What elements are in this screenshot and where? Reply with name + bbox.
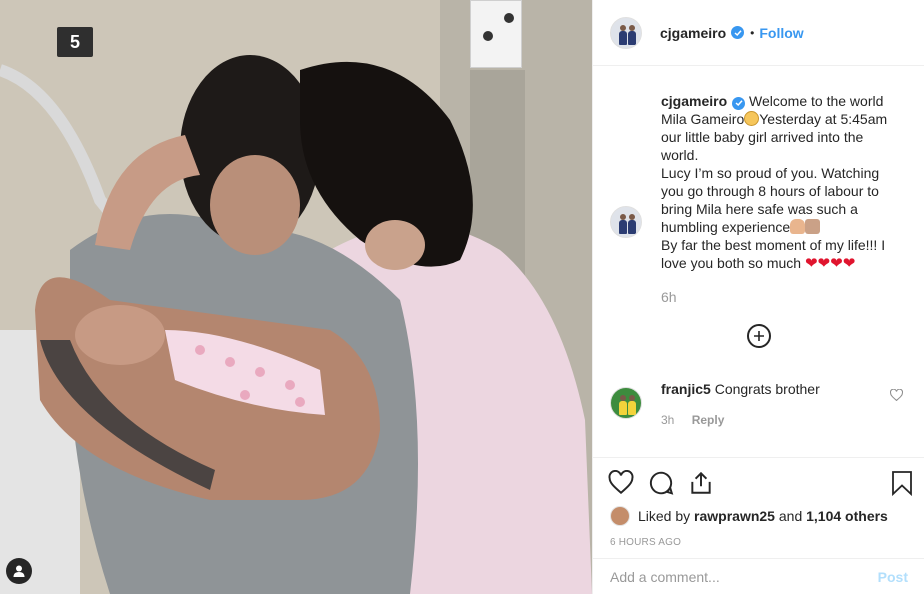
caption-username[interactable]: cjgameiro (661, 93, 727, 109)
hearts-emoji-icon: ❤❤❤❤ (804, 255, 856, 272)
user-tags-button[interactable] (6, 558, 32, 584)
post-timestamp[interactable]: 6 HOURS AGO (610, 537, 681, 548)
share-upload-icon[interactable] (688, 470, 714, 496)
wall-notice-sign (470, 0, 522, 68)
comment-item: franjic5 Congrats brother 3h Reply (610, 380, 910, 427)
comments-section[interactable]: cjgameiro Welcome to the world Mila Game… (593, 67, 924, 457)
comment-text: Congrats brother (714, 381, 820, 397)
post-actions: Liked by rawprawn25 and 1,104 others 6 H… (593, 457, 924, 594)
add-comment-input[interactable] (610, 569, 878, 585)
caption-text: cjgameiro Welcome to the world Mila Game… (661, 92, 896, 273)
caption-time[interactable]: 6h (661, 289, 910, 305)
post-comment-button[interactable]: Post (878, 569, 908, 585)
post-panel: cjgameiro • Follow cjgameiro Welcome to … (592, 0, 924, 594)
commenter-username[interactable]: franjic5 (661, 381, 711, 397)
instagram-post: 5 cjgameiro • Follow cjgameiro Welcome t… (0, 0, 924, 594)
comment-bubble-icon[interactable] (648, 470, 674, 496)
likes-and: and (778, 508, 803, 524)
praying-hands-emoji-icon (790, 219, 806, 234)
plus-icon (754, 331, 764, 341)
load-more-comments-button[interactable] (747, 324, 771, 348)
comment-time[interactable]: 3h (661, 413, 674, 427)
likes-prefix: Liked by (638, 508, 691, 524)
comment-meta: 3h Reply (661, 413, 910, 427)
header-separator: • (750, 25, 755, 40)
author-avatar[interactable] (610, 16, 642, 49)
likes-summary: Liked by rawprawn25 and 1,104 others (610, 506, 888, 526)
save-bookmark-icon[interactable] (891, 470, 913, 496)
caption-author-avatar[interactable] (610, 206, 642, 238)
person-icon (13, 565, 25, 577)
verified-badge-icon (732, 96, 746, 110)
photo-scene (0, 0, 592, 594)
reply-button[interactable]: Reply (692, 413, 725, 427)
commenter-avatar[interactable] (610, 387, 642, 419)
add-comment-bar: Post (593, 558, 924, 595)
liker-avatar[interactable] (610, 506, 630, 526)
post-header: cjgameiro • Follow (593, 0, 924, 66)
baby-emoji-icon (744, 111, 760, 126)
author-username[interactable]: cjgameiro (660, 25, 726, 41)
liker-username[interactable]: rawprawn25 (694, 508, 775, 524)
caption-line-2: Lucy I’m so proud of you. Watching you g… (661, 165, 880, 235)
post-caption: cjgameiro Welcome to the world Mila Game… (610, 92, 910, 305)
post-photo[interactable]: 5 (0, 0, 592, 594)
like-heart-icon[interactable] (608, 470, 634, 496)
comment-body: franjic5 Congrats brother (661, 380, 910, 398)
likes-count[interactable]: 1,104 others (806, 508, 888, 524)
raising-hands-emoji-icon (805, 219, 821, 234)
follow-button[interactable]: Follow (759, 25, 803, 41)
action-icons (608, 470, 714, 496)
verified-badge-icon (731, 26, 745, 39)
comment-like-heart-icon[interactable] (890, 389, 903, 401)
room-number-sign: 5 (57, 27, 93, 57)
